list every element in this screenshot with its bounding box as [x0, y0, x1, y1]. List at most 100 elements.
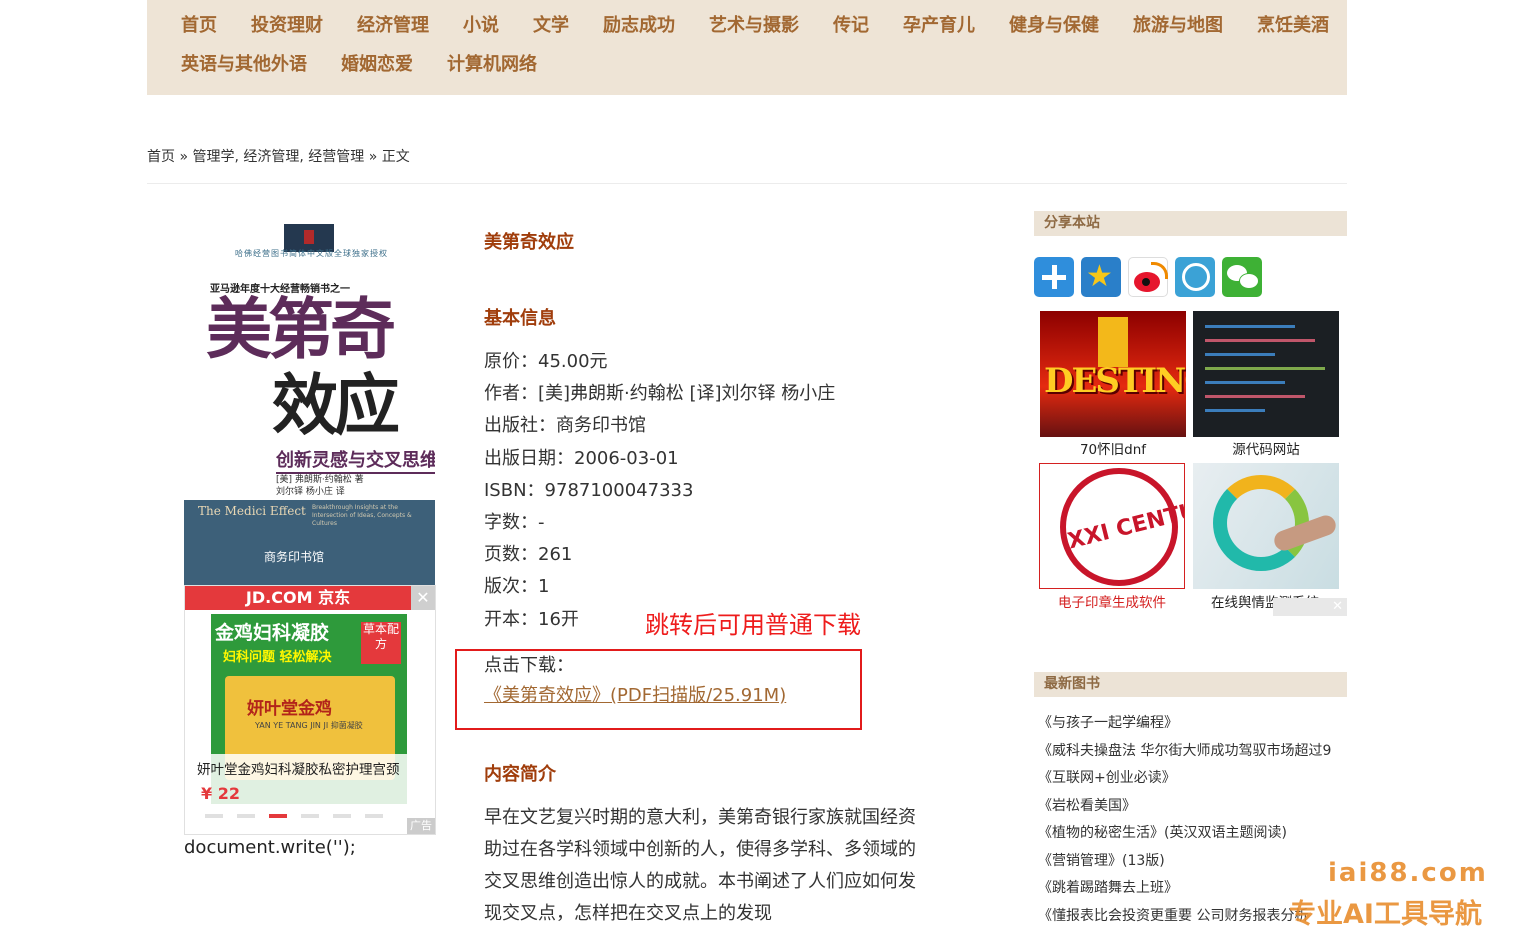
carousel-dot[interactable]: [333, 814, 351, 818]
basic-info-list: 原价：45.00元 作者：[美]弗朗斯·约翰松 [译]刘尔铎 杨小庄 出版社：商…: [484, 346, 835, 636]
nav-link-travel[interactable]: 旅游与地图: [1133, 12, 1223, 40]
carousel-dot[interactable]: [237, 814, 255, 818]
ad-tag: 广告: [407, 818, 435, 834]
ad-price: ¥ 22: [201, 784, 240, 803]
ad-badge: 草本配方: [361, 622, 401, 664]
ad-box-title: 妍叶堂金鸡: [247, 699, 332, 719]
nav-link-art-photo[interactable]: 艺术与摄影: [709, 12, 799, 40]
new-book-link[interactable]: 《岩松看美国》: [1038, 793, 1347, 821]
nav-link-languages[interactable]: 英语与其他外语: [181, 51, 307, 79]
watermark-slogan: 专业AI工具导航: [1289, 899, 1482, 930]
nav-link-biography[interactable]: 传记: [833, 12, 869, 40]
sidebar-ad-dnf-caption[interactable]: 70怀旧dnf: [1038, 438, 1188, 458]
code-line: [1205, 353, 1275, 356]
nav-row-2: 英语与其他外语 婚姻恋爱 计算机网络: [181, 51, 571, 79]
code-line: [1205, 367, 1325, 370]
ad-product-name[interactable]: 妍叶堂金鸡妇科凝胶私密护理宫颈: [197, 758, 400, 778]
sidebar-ad-dnf[interactable]: DESTINO: [1040, 311, 1186, 437]
ad-product-headline: 金鸡妇科凝胶: [215, 622, 330, 644]
close-icon[interactable]: ✕: [1332, 598, 1343, 616]
nav-link-success[interactable]: 励志成功: [603, 12, 675, 40]
intro-heading: 内容简介: [484, 764, 556, 785]
download-label: 点击下载：: [484, 655, 574, 676]
script-residue-text: document.write('');: [184, 837, 356, 858]
code-line: [1205, 395, 1305, 398]
breadcrumb-category-business[interactable]: 经营管理: [308, 149, 364, 165]
code-line: [1205, 381, 1285, 384]
ad-carousel-dots: [205, 814, 383, 818]
nav-link-marriage[interactable]: 婚姻恋爱: [341, 51, 413, 79]
wechat-icon[interactable]: [1222, 257, 1262, 297]
breadcrumb-category-economics[interactable]: 经济管理: [243, 149, 299, 165]
sidebar-ad-source-code-caption[interactable]: 源代码网站: [1191, 438, 1341, 458]
carousel-dot-active[interactable]: [269, 814, 287, 818]
carousel-dot[interactable]: [205, 814, 223, 818]
breadcrumb-comma: ,: [299, 149, 309, 165]
sidebar-ad-source-code[interactable]: [1193, 311, 1339, 437]
dashboard-ring: [1213, 475, 1309, 571]
info-price: 原价：45.00元: [484, 351, 608, 372]
new-book-link[interactable]: 《与孩子一起学编程》: [1038, 710, 1347, 738]
share-heading: 分享本站: [1034, 211, 1347, 236]
nav-link-novel[interactable]: 小说: [463, 12, 499, 40]
tencent-weibo-icon[interactable]: [1175, 257, 1215, 297]
nav-link-investment[interactable]: 投资理财: [251, 12, 323, 40]
new-book-link[interactable]: 《营销管理》(13版): [1038, 848, 1347, 876]
carousel-dot[interactable]: [365, 814, 383, 818]
watermark-domain: iai88.com: [1328, 858, 1488, 888]
jd-ad-banner[interactable]: JD.COM 京东 ✕ 金鸡妇科凝胶 妇科问题 轻松解决 草本配方 妍叶堂金鸡 …: [184, 585, 436, 835]
cover-authors: [美] 弗朗斯·约翰松 著 刘尔铎 杨小庄 译: [276, 474, 364, 498]
qzone-icon[interactable]: ★: [1081, 257, 1121, 297]
nav-row-1: 首页 投资理财 经济管理 小说 文学 励志成功 艺术与摄影 传记 孕产育儿 健身…: [181, 12, 1363, 40]
ad-box-note: YAN YE TANG JIN JI 抑菌凝胶: [255, 721, 363, 730]
weibo-icon[interactable]: [1128, 257, 1168, 297]
plus-icon[interactable]: [1034, 257, 1074, 297]
breadcrumb: 首页 » 管理学, 经济管理, 经营管理 » 正文: [147, 146, 410, 166]
nav-link-literature[interactable]: 文学: [533, 12, 569, 40]
info-word-count: 字数：-: [484, 512, 545, 534]
download-hint: 跳转后可用普通下载: [645, 611, 861, 639]
top-navigation: 首页 投资理财 经济管理 小说 文学 励志成功 艺术与摄影 传记 孕产育儿 健身…: [147, 0, 1347, 95]
breadcrumb-category-management[interactable]: 管理学: [192, 149, 234, 165]
breadcrumb-current: 正文: [381, 149, 410, 165]
info-isbn: ISBN：9787100047333: [484, 479, 694, 501]
new-books-heading: 最新图书: [1034, 672, 1347, 697]
sidebar-ad-e-stamp[interactable]: XXI CENTURY: [1039, 463, 1185, 589]
ad-close-button[interactable]: ✕: [411, 586, 435, 610]
jd-brand: JD.COM 京东: [185, 586, 411, 610]
cross-icon: [1098, 317, 1128, 367]
sidebar-ad-opinion-monitor[interactable]: [1193, 463, 1339, 589]
cover-authors-line-2: 刘尔铎 杨小庄 译: [276, 487, 345, 497]
new-book-link[interactable]: 《植物的秘密生活》(英汉双语主题阅读): [1038, 820, 1347, 848]
book-title: 美第奇效应: [484, 232, 574, 253]
carousel-dot[interactable]: [301, 814, 319, 818]
cover-authors-line-1: [美] 弗朗斯·约翰松 著: [276, 475, 364, 485]
download-link[interactable]: 《美第奇效应》(PDF扫描版/25.91M): [484, 681, 786, 711]
sidebar-ad-e-stamp-caption[interactable]: 电子印章生成软件: [1037, 591, 1187, 611]
code-line: [1205, 409, 1265, 412]
new-book-link[interactable]: 《互联网+创业必读》: [1038, 765, 1347, 793]
cover-subtitle: 创新灵感与交叉思维: [276, 446, 435, 474]
divider: [147, 183, 1347, 184]
breadcrumb-separator: »: [364, 149, 382, 165]
info-publish-date: 出版日期：2006-03-01: [484, 447, 679, 469]
nav-link-computer[interactable]: 计算机网络: [447, 51, 537, 79]
code-line: [1205, 339, 1315, 342]
nav-link-fitness[interactable]: 健身与保健: [1009, 12, 1099, 40]
breadcrumb-home[interactable]: 首页: [147, 149, 175, 165]
cover-en-title: The Medici Effect: [198, 504, 306, 518]
cover-top-line: 哈佛经营图书简体中文版全球独家授权: [235, 249, 388, 258]
nav-link-home[interactable]: 首页: [181, 12, 217, 40]
cover-publisher: 商务印书馆: [264, 550, 325, 564]
sidebar-ad-close-bar[interactable]: ✕: [1273, 598, 1347, 616]
info-publisher: 出版社：商务印书馆: [484, 415, 646, 437]
nav-link-cooking[interactable]: 烹饪美酒: [1257, 12, 1329, 40]
info-edition: 版次：1: [484, 576, 550, 598]
info-author: 作者：[美]弗朗斯·约翰松 [译]刘尔铎 杨小庄: [484, 383, 836, 405]
book-cover-image: 哈佛经营图书简体中文版全球独家授权 亚马逊年度十大经营畅销书之一 美第奇 效应 …: [184, 212, 435, 610]
nav-link-parenting[interactable]: 孕产育儿: [903, 12, 975, 40]
info-pages: 页数：261: [484, 544, 573, 566]
nav-link-economics[interactable]: 经济管理: [357, 12, 429, 40]
new-book-link[interactable]: 《威科夫操盘法 华尔街大师成功驾驭市场超过9: [1038, 738, 1347, 766]
code-line: [1205, 325, 1295, 328]
